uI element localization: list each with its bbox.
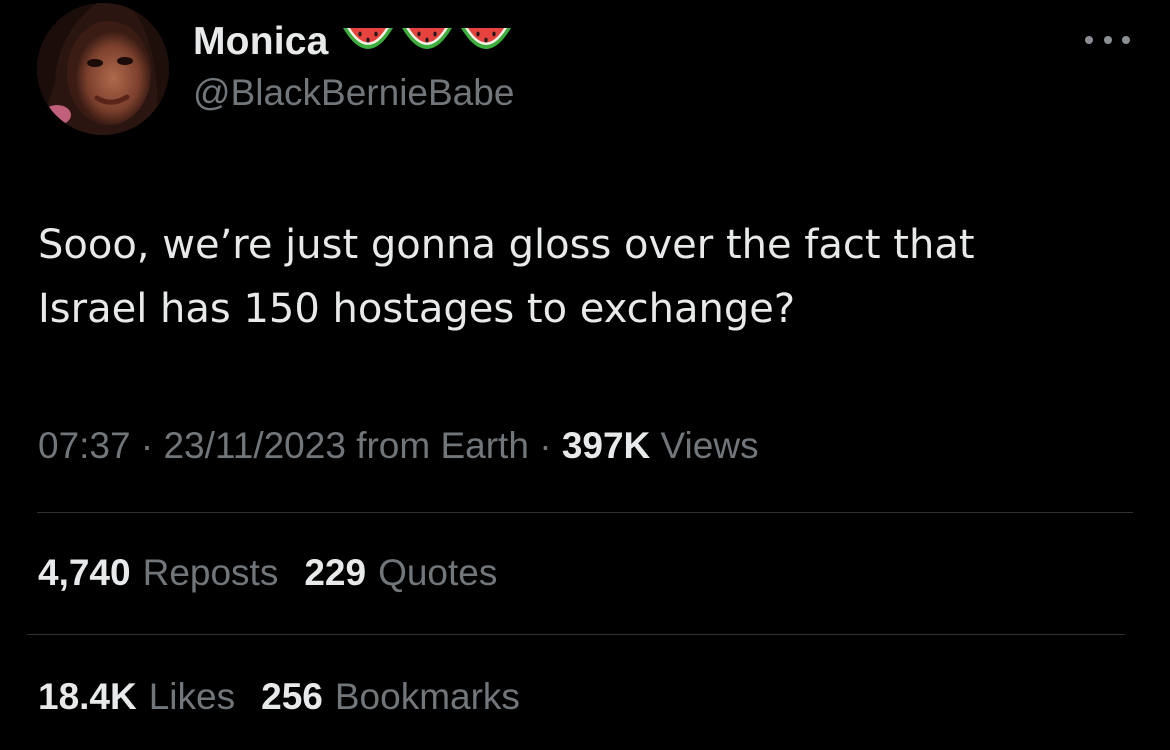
tweet-date[interactable]: 23/11/2023: [163, 425, 345, 466]
more-dot: [1103, 36, 1112, 44]
tweet-source: from Earth: [356, 425, 529, 466]
divider: [37, 512, 1133, 513]
tweet-text: Sooo, we’re just gonna gloss over the fa…: [38, 222, 975, 332]
meta-separator: ·: [140, 425, 154, 466]
watermelon-emoji: [342, 28, 393, 49]
bookmarks-count: 256: [261, 676, 323, 717]
quotes-stat[interactable]: 229 Quotes: [304, 552, 497, 594]
tweet-detail: Monica @BlackBernieBabe Sooo, we’re just…: [0, 0, 1170, 750]
more-dot: [1122, 36, 1130, 44]
likes-count: 18.4K: [38, 676, 137, 717]
avatar-image: [37, 3, 169, 135]
tweet-time[interactable]: 07:37: [38, 425, 131, 466]
watermelon-emoji: [401, 28, 452, 49]
views-count[interactable]: 397K: [562, 425, 650, 466]
quotes-label: Quotes: [378, 552, 498, 593]
views-label[interactable]: Views: [661, 425, 759, 466]
likes-stat[interactable]: 18.4K Likes: [38, 676, 235, 718]
tweet-meta: 07:37 · 23/11/2023 from Earth · 397K Vie…: [38, 425, 759, 467]
avatar[interactable]: [37, 3, 169, 135]
name-emojis: [341, 22, 513, 62]
watermelon-emoji: [460, 28, 511, 49]
likes-label: Likes: [148, 676, 236, 717]
meta-separator: ·: [539, 425, 552, 466]
bookmarks-label: Bookmarks: [334, 676, 520, 717]
more-options-icon[interactable]: [1085, 33, 1130, 47]
bookmarks-stat[interactable]: 256 Bookmarks: [261, 676, 520, 718]
divider: [27, 634, 1125, 635]
display-name[interactable]: Monica: [193, 20, 329, 64]
reposts-label: Reposts: [142, 552, 279, 593]
reposts-stat[interactable]: 4,740 Reposts: [38, 552, 278, 594]
quotes-count: 229: [304, 552, 367, 593]
stats-row-reposts-quotes: 4,740 Reposts 229 Quotes: [38, 552, 523, 594]
user-handle[interactable]: @BlackBernieBabe: [193, 72, 514, 114]
reposts-count: 4,740: [38, 552, 131, 593]
display-name-row: Monica: [193, 14, 513, 70]
stats-row-likes-bookmarks: 18.4K Likes 256 Bookmarks: [38, 676, 546, 718]
more-dot: [1085, 36, 1093, 44]
